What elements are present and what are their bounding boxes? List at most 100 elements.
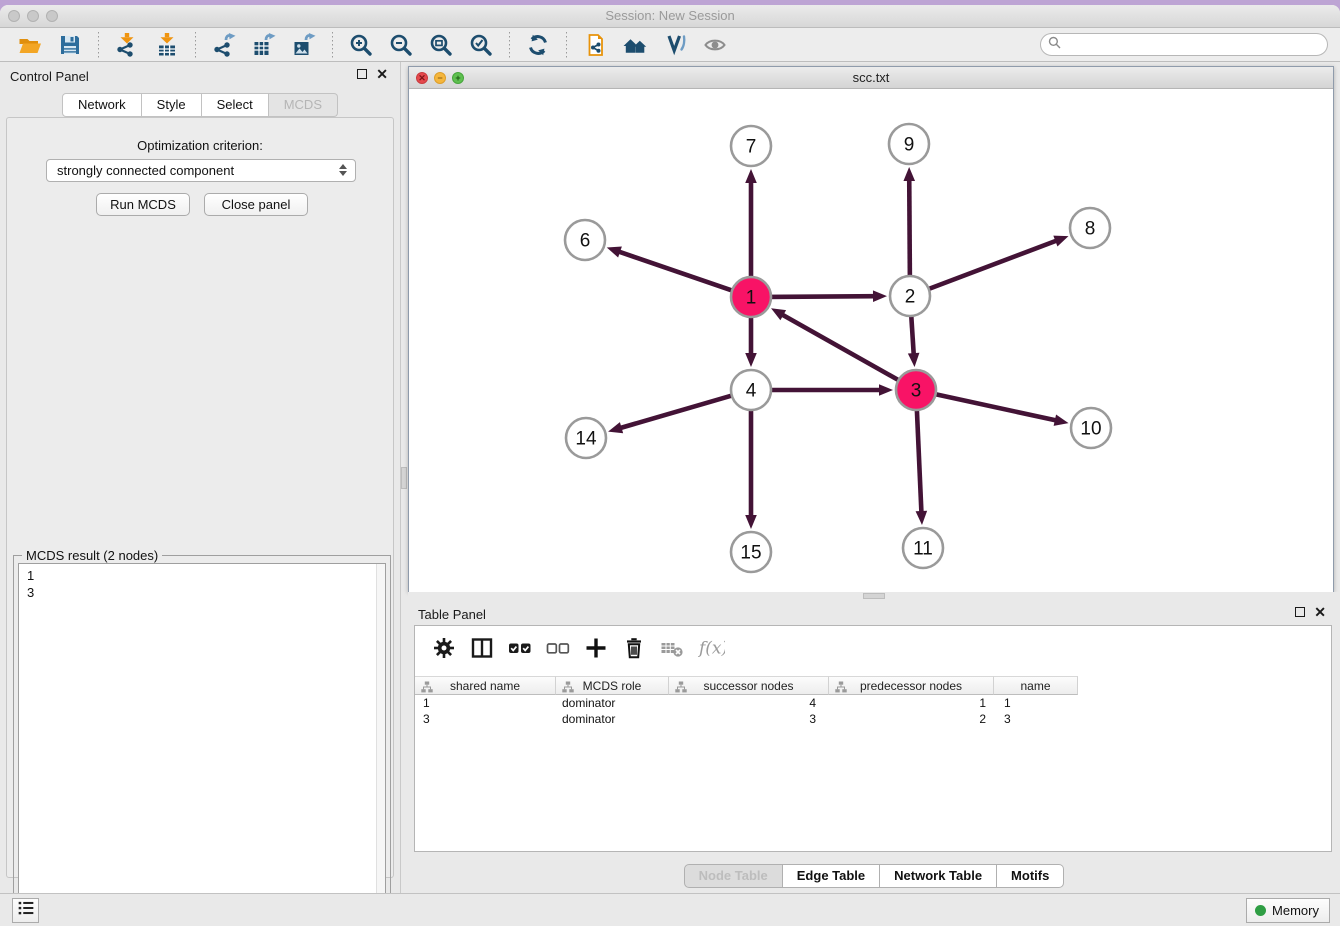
float-panel-icon[interactable] xyxy=(357,69,367,79)
table-float-panel-icon[interactable] xyxy=(1295,607,1305,617)
search-box[interactable] xyxy=(1040,33,1328,56)
graph-edge-2-3[interactable] xyxy=(911,312,914,356)
tab-node-table[interactable]: Node Table xyxy=(684,864,783,888)
export-table-icon[interactable] xyxy=(249,31,279,59)
export-image-icon[interactable] xyxy=(289,31,319,59)
save-session-icon[interactable] xyxy=(55,31,85,59)
table-cell[interactable]: dominator xyxy=(556,695,669,711)
memory-button[interactable]: Memory xyxy=(1246,898,1330,923)
status-bar: Memory xyxy=(0,893,1340,926)
refresh-icon[interactable] xyxy=(523,31,553,59)
toolbar-separator xyxy=(509,32,510,58)
column-header-shared-name[interactable]: shared name xyxy=(415,676,556,695)
zoom-in-icon[interactable] xyxy=(346,31,376,59)
deselect-all-icon[interactable] xyxy=(541,633,575,663)
open-session-icon[interactable] xyxy=(15,31,45,59)
table-cell[interactable]: 1 xyxy=(829,695,994,711)
graph-node-label: 7 xyxy=(746,137,757,158)
column-header-successor-nodes[interactable]: successor nodes xyxy=(669,676,829,695)
import-network-icon[interactable] xyxy=(112,31,142,59)
graph-edge-3-10[interactable] xyxy=(932,393,1058,420)
table-close-panel-icon[interactable]: ✕ xyxy=(1314,607,1326,617)
column-label: MCDS role xyxy=(583,679,642,693)
table-cell[interactable]: 4 xyxy=(669,695,829,711)
graph-edge-1-2[interactable] xyxy=(767,296,876,297)
graph-node-label: 9 xyxy=(904,135,915,156)
mcds-result-line: 1 xyxy=(27,567,385,584)
table-cell[interactable]: 1 xyxy=(415,695,556,711)
split-pane-icon[interactable] xyxy=(465,633,499,663)
search-input[interactable] xyxy=(1061,34,1327,55)
list-icon xyxy=(15,897,37,924)
control-panel-title: Control Panel xyxy=(10,69,89,84)
graph-edge-3-11[interactable] xyxy=(917,406,922,514)
apply-style-icon[interactable] xyxy=(660,31,690,59)
show-hide-icon[interactable] xyxy=(700,31,730,59)
graph-edge-2-9[interactable] xyxy=(909,178,910,280)
home-icon[interactable] xyxy=(620,31,650,59)
close-panel-button[interactable]: Close panel xyxy=(204,193,308,216)
gear-icon[interactable] xyxy=(427,633,461,663)
close-panel-icon[interactable]: ✕ xyxy=(376,69,388,79)
graph-edge-3-1[interactable] xyxy=(781,314,902,382)
graph-edge-arrowhead xyxy=(903,167,915,181)
delete-column-icon[interactable] xyxy=(617,633,651,663)
run-mcds-button[interactable]: Run MCDS xyxy=(96,193,190,216)
graph-node-label: 2 xyxy=(905,287,916,308)
graph-node-label: 1 xyxy=(746,288,757,309)
delete-table-icon[interactable] xyxy=(655,633,689,663)
table-row[interactable]: 1dominator411 xyxy=(415,695,1331,711)
window-title: Session: New Session xyxy=(0,8,1340,23)
table-cell[interactable]: 3 xyxy=(669,711,829,727)
horizontal-splitter-grip[interactable] xyxy=(863,593,885,599)
column-header-name[interactable]: name xyxy=(994,676,1078,695)
table-cell[interactable]: dominator xyxy=(556,711,669,727)
tab-mcds[interactable]: MCDS xyxy=(269,93,338,117)
network-canvas[interactable]: 7968124314101511 xyxy=(409,89,1333,592)
toolbar-separator xyxy=(98,32,99,58)
tab-edge-table[interactable]: Edge Table xyxy=(783,864,880,888)
zoom-fit-icon[interactable] xyxy=(426,31,456,59)
column-header-MCDS-role[interactable]: MCDS role xyxy=(556,676,669,695)
node-table-container: f(x) shared name MCDS role successor nodes… xyxy=(414,625,1332,852)
tab-select[interactable]: Select xyxy=(202,93,269,117)
vertical-splitter[interactable] xyxy=(400,62,408,898)
function-icon[interactable]: f(x) xyxy=(693,633,727,663)
add-column-icon[interactable] xyxy=(579,633,613,663)
horizontal-splitter[interactable] xyxy=(408,592,1340,600)
column-tree-icon xyxy=(675,681,687,696)
graph-node-label: 11 xyxy=(913,539,933,560)
copy-network-icon[interactable] xyxy=(580,31,610,59)
criterion-dropdown[interactable]: strongly connected component xyxy=(46,159,356,182)
mcds-result-text[interactable]: 13 xyxy=(18,563,386,922)
import-table-icon[interactable] xyxy=(152,31,182,59)
tab-style[interactable]: Style xyxy=(142,93,202,117)
column-header-predecessor-nodes[interactable]: predecessor nodes xyxy=(829,676,994,695)
table-cell[interactable]: 3 xyxy=(415,711,556,727)
export-network-icon[interactable] xyxy=(209,31,239,59)
table-cell[interactable]: 2 xyxy=(829,711,994,727)
table-cell[interactable]: 1 xyxy=(994,695,1078,711)
tab-network[interactable]: Network xyxy=(62,93,142,117)
tab-network-table[interactable]: Network Table xyxy=(880,864,997,888)
table-row[interactable]: 3dominator323 xyxy=(415,711,1331,727)
select-all-icon[interactable] xyxy=(503,633,537,663)
vertical-splitter-grip[interactable] xyxy=(401,467,407,489)
mcds-result-group: MCDS result (2 nodes) 13 xyxy=(13,555,391,926)
column-tree-icon xyxy=(421,681,433,696)
task-history-button[interactable] xyxy=(12,898,39,923)
graph-edge-arrowhead xyxy=(873,290,887,302)
table-cell[interactable]: 3 xyxy=(994,711,1078,727)
graph-edge-2-8[interactable] xyxy=(925,240,1058,290)
tab-motifs[interactable]: Motifs xyxy=(997,864,1064,888)
graph-node-label: 10 xyxy=(1080,419,1101,440)
network-window-titlebar[interactable]: ✕ − + scc.txt xyxy=(409,67,1333,89)
graph-node-label: 14 xyxy=(575,429,597,450)
graph-edge-1-6[interactable] xyxy=(617,251,736,292)
graph-edge-4-14[interactable] xyxy=(619,394,736,428)
zoom-selected-icon[interactable] xyxy=(466,31,496,59)
column-label: successor nodes xyxy=(703,679,793,693)
zoom-out-icon[interactable] xyxy=(386,31,416,59)
mcds-tab-content: Optimization criterion: strongly connect… xyxy=(6,117,394,878)
result-scrollbar[interactable] xyxy=(376,564,385,921)
